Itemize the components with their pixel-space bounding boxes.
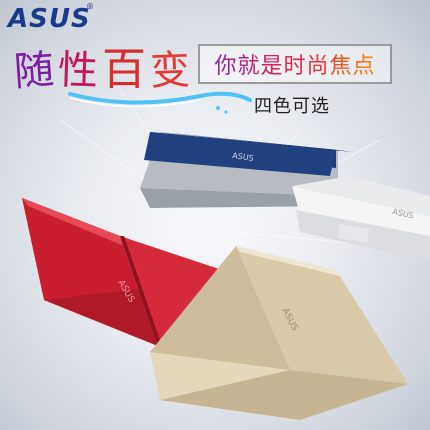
sparkle-dot [224, 110, 228, 114]
swoosh-decoration [68, 91, 252, 105]
slogan-text: 你就是时尚焦点 [214, 48, 375, 80]
sparkle-dot [216, 106, 220, 110]
headline-char: 百 [102, 44, 150, 95]
promo-banner: ASUS ASUS ASUS ASUS ASUS ® 随性百变 你就是时尚焦点 … [0, 0, 430, 430]
color-options-text: 四色可选 [254, 96, 330, 117]
brand-logo: ASUS [8, 4, 91, 34]
registered-mark: ® [86, 2, 94, 11]
headline-char: 性 [57, 47, 103, 95]
headline: 随性百变 [12, 44, 195, 96]
headline-char: 变 [149, 47, 195, 95]
laptop-white: ASUS [292, 176, 430, 262]
slogan-box: 你就是时尚焦点 [198, 44, 392, 84]
headline-char: 随 [12, 46, 60, 96]
